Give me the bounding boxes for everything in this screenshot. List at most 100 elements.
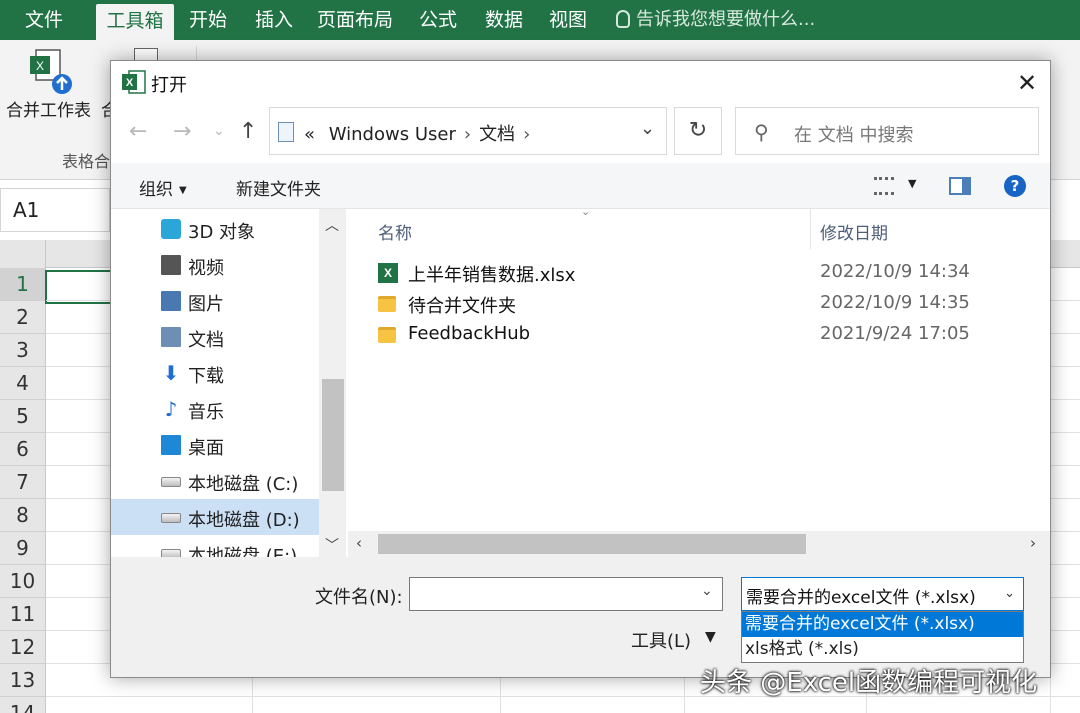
view-dropdown-caret-icon[interactable]: ▼ <box>908 177 916 190</box>
new-folder-button[interactable]: 新建文件夹 <box>236 175 321 200</box>
row-header[interactable]: 12 <box>0 631 46 664</box>
nav-item[interactable]: ♪ 音乐 <box>111 391 319 427</box>
breadcrumb-windows-user[interactable]: Windows User <box>329 124 456 145</box>
breadcrumb-documents[interactable]: 文档 <box>479 124 515 145</box>
scroll-right-icon[interactable]: › <box>1030 534 1036 552</box>
breadcrumb-separator-icon[interactable]: › <box>464 124 471 145</box>
file-type-dropdown-list: 需要合并的excel文件 (*.xlsx) xls格式 (*.xls) <box>741 611 1024 663</box>
nav-item[interactable]: 文档 <box>111 319 319 355</box>
breadcrumb-separator-icon[interactable]: › <box>523 124 530 145</box>
breadcrumb-overflow[interactable]: « <box>304 124 315 145</box>
organize-button[interactable]: 组织 ▼ <box>139 175 187 200</box>
row-header[interactable]: 7 <box>0 466 46 499</box>
nav-item[interactable]: 本地磁盘 (D:) <box>111 499 319 535</box>
scroll-up-icon[interactable]: ︿ <box>325 215 339 235</box>
excel-app-icon: X <box>122 70 146 94</box>
documents-icon <box>161 327 181 347</box>
up-arrow-icon[interactable]: ↑ <box>239 119 257 144</box>
nav-item[interactable]: 3D 对象 <box>111 211 319 247</box>
file-row[interactable]: X 上半年销售数据.xlsx 2022/10/9 14:34 <box>372 259 1032 289</box>
nav-item[interactable]: 视频 <box>111 247 319 283</box>
file-type-option-xls[interactable]: xls格式 (*.xls) <box>742 637 1023 662</box>
merge-sheets-label[interactable]: 合并工作表 <box>6 96 91 121</box>
ribbon-group-label: 表格合 <box>62 152 111 171</box>
file-name: FeedbackHub <box>408 323 531 344</box>
address-bar[interactable]: « Windows User › 文档 › ⌄ <box>269 107 667 155</box>
file-type-option-xlsx[interactable]: 需要合并的excel文件 (*.xlsx) <box>742 612 1023 637</box>
video-icon <box>161 255 181 275</box>
menu-formulas[interactable]: 公式 <box>410 0 466 40</box>
nav-item[interactable]: ⬇ 下载 <box>111 355 319 391</box>
file-type-selected: 需要合并的excel文件 (*.xlsx) <box>746 588 976 608</box>
scroll-left-icon[interactable]: ‹ <box>356 534 362 552</box>
menu-home[interactable]: 开始 <box>180 0 236 40</box>
menu-view[interactable]: 视图 <box>540 0 596 40</box>
menu-toolbox[interactable]: 工具箱 <box>96 4 174 40</box>
nav-item[interactable]: 桌面 <box>111 427 319 463</box>
row-header[interactable]: 2 <box>0 301 46 334</box>
horizontal-scrollbar[interactable]: ‹ › <box>348 531 1050 557</box>
search-input[interactable]: 在 文档 中搜索 <box>794 121 913 147</box>
caret-down-icon[interactable]: ▼ <box>705 629 716 645</box>
selected-cell[interactable] <box>45 270 115 304</box>
pictures-icon <box>161 291 181 311</box>
drive-d-icon <box>161 513 181 523</box>
nav-item-label: 本地磁盘 (D:) <box>188 510 300 531</box>
row-header[interactable]: 5 <box>0 400 46 433</box>
file-modified-date: 2022/10/9 14:35 <box>820 292 970 313</box>
nav-item-label: 本地磁盘 (C:) <box>188 474 299 495</box>
recent-locations-chevron-icon[interactable]: ⌄ <box>213 123 225 139</box>
sort-caret-icon: ⌄ <box>581 205 591 218</box>
tell-me-box[interactable]: 告诉我您想要做什么... <box>616 0 815 40</box>
file-row[interactable]: FeedbackHub 2021/9/24 17:05 <box>372 321 1032 351</box>
horizontal-scroll-thumb[interactable] <box>378 534 806 554</box>
menu-data[interactable]: 数据 <box>476 0 532 40</box>
close-button[interactable]: ✕ <box>1004 61 1050 105</box>
merge-sheets-icon[interactable]: X <box>28 48 72 96</box>
filename-history-chevron-icon[interactable]: ⌄ <box>701 583 713 599</box>
file-row[interactable]: 待合并文件夹 2022/10/9 14:35 <box>372 290 1032 320</box>
file-type-select[interactable]: 需要合并的excel文件 (*.xlsx) ⌄ <box>741 577 1024 611</box>
nav-item[interactable]: 图片 <box>111 283 319 319</box>
row-header[interactable]: 3 <box>0 334 46 367</box>
back-arrow-icon[interactable]: ← <box>129 119 147 144</box>
column-date-header[interactable]: 修改日期 <box>820 219 888 244</box>
nav-scroll-thumb[interactable] <box>322 379 344 491</box>
column-divider[interactable] <box>810 209 811 249</box>
row-header[interactable]: 10 <box>0 565 46 598</box>
row-header[interactable]: 9 <box>0 532 46 565</box>
nav-item-label: 视频 <box>188 258 224 279</box>
row-header[interactable]: 14 <box>0 697 46 713</box>
row-header[interactable]: 13 <box>0 664 46 697</box>
row-header[interactable]: 6 <box>0 433 46 466</box>
scroll-down-icon[interactable]: ﹀ <box>325 535 339 555</box>
view-options-icon[interactable] <box>874 177 894 195</box>
nav-item[interactable]: 本地磁盘 (C:) <box>111 463 319 499</box>
filename-field[interactable] <box>409 577 723 611</box>
nav-scrollbar[interactable]: ︿ ﹀ <box>319 209 346 557</box>
menu-file[interactable]: 文件 <box>12 0 76 40</box>
row-header[interactable]: 8 <box>0 499 46 532</box>
navigation-row: ← → ⌄ ↑ « Windows User › 文档 › ⌄ ↻ ⚲ 在 文档 中搜… <box>111 105 1050 161</box>
help-icon[interactable]: ? <box>1004 175 1026 197</box>
folder-icon <box>378 327 396 343</box>
folder-icon <box>378 296 396 312</box>
column-name-header[interactable]: 名称 <box>378 219 412 244</box>
row-header[interactable]: 1 <box>0 268 46 301</box>
preview-pane-icon[interactable] <box>949 177 971 195</box>
menu-page-layout[interactable]: 页面布局 <box>312 0 398 40</box>
nav-item-label: 桌面 <box>188 438 224 459</box>
forward-arrow-icon[interactable]: → <box>173 119 191 144</box>
select-all-corner[interactable] <box>0 240 46 268</box>
excel-file-icon: X <box>378 263 398 283</box>
tools-button[interactable]: 工具(L) <box>631 627 691 653</box>
row-header[interactable]: 4 <box>0 367 46 400</box>
nav-item-label: 音乐 <box>188 402 224 423</box>
search-box[interactable]: ⚲ 在 文档 中搜索 <box>735 107 1039 155</box>
chevron-down-icon[interactable]: ⌄ <box>640 118 655 139</box>
name-box[interactable]: A1 <box>0 188 110 232</box>
menu-insert[interactable]: 插入 <box>246 0 302 40</box>
drive-c-icon <box>161 477 181 487</box>
row-header[interactable]: 11 <box>0 598 46 631</box>
refresh-button[interactable]: ↻ <box>674 107 722 155</box>
